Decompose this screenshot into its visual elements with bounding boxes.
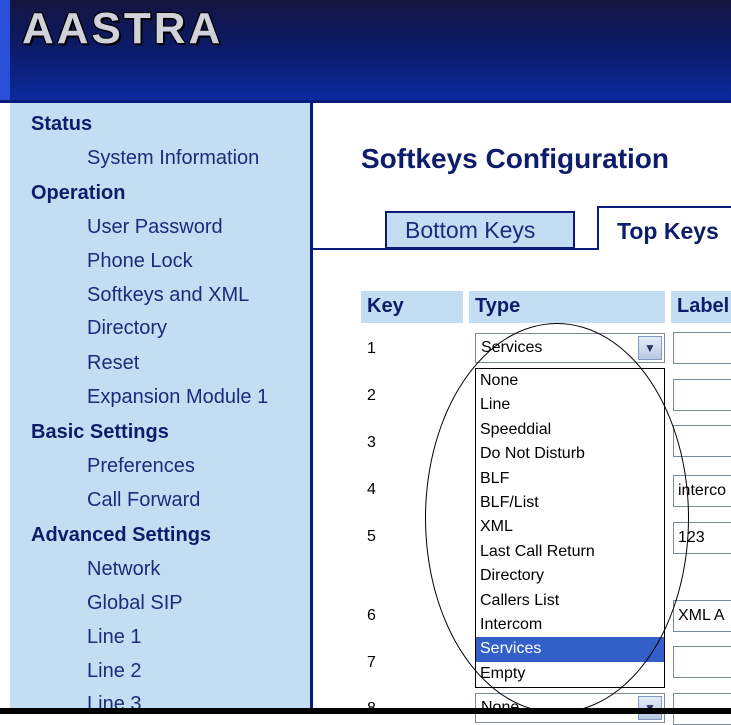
key-number: 7 (367, 654, 376, 671)
label-input-key-1[interactable] (673, 332, 731, 364)
label-input-key-7[interactable] (673, 646, 731, 678)
dropdown-option-services[interactable]: Services (476, 637, 664, 662)
type-select-key-1[interactable]: Services ▼ (475, 333, 665, 363)
label-input-key-3[interactable] (673, 425, 731, 457)
dropdown-option-xml[interactable]: XML (476, 515, 664, 539)
chevron-down-icon[interactable]: ▼ (638, 336, 662, 360)
sidebar-section-operation[interactable]: Operation (31, 182, 125, 205)
header-bar: AASTRA (0, 0, 731, 100)
dropdown-option-last-call-return[interactable]: Last Call Return (476, 540, 664, 564)
aastra-logo: AASTRA (22, 4, 224, 53)
column-header-type: Type (469, 291, 665, 323)
dropdown-option-line[interactable]: Line (476, 393, 664, 417)
sidebar-section-basic-settings[interactable]: Basic Settings (31, 421, 169, 444)
key-number: 6 (367, 607, 376, 624)
tab-top-keys[interactable]: Top Keys (597, 206, 731, 250)
sidebar-item-network[interactable]: Network (87, 558, 160, 581)
key-number: 5 (367, 528, 376, 545)
key-number: 3 (367, 434, 376, 451)
dropdown-option-speeddial[interactable]: Speeddial (476, 418, 664, 442)
sidebar-item-phone-lock[interactable]: Phone Lock (87, 250, 193, 273)
bottom-edge (0, 708, 731, 714)
sidebar-item-preferences[interactable]: Preferences (87, 455, 195, 478)
select-value: Services (481, 339, 543, 356)
column-header-key: Key (361, 291, 463, 323)
label-input-key-6[interactable]: XML A (673, 600, 731, 632)
sidebar-item-line-2[interactable]: Line 2 (87, 660, 142, 683)
sidebar-item-system-information[interactable]: System Information (87, 147, 259, 170)
header-left-edge (0, 0, 10, 100)
label-input-key-2[interactable] (673, 379, 731, 411)
dropdown-option-empty[interactable]: Empty (476, 662, 664, 686)
dropdown-option-blf[interactable]: BLF (476, 467, 664, 491)
main-content: Softkeys Configuration Bottom Keys Top K… (313, 103, 731, 725)
type-dropdown-list[interactable]: None Line Speeddial Do Not Disturb BLF B… (475, 368, 665, 688)
page-title: Softkeys Configuration (361, 143, 670, 174)
dropdown-option-callers-list[interactable]: Callers List (476, 589, 664, 613)
sidebar-item-directory[interactable]: Directory (87, 317, 167, 340)
dropdown-option-intercom[interactable]: Intercom (476, 613, 664, 637)
sidebar-section-advanced-settings[interactable]: Advanced Settings (31, 524, 211, 547)
key-number: 4 (367, 481, 376, 498)
key-number: 2 (367, 387, 376, 404)
tab-bottom-keys[interactable]: Bottom Keys (385, 211, 575, 249)
column-header-label: Label (671, 291, 731, 323)
sidebar-item-reset[interactable]: Reset (87, 352, 139, 375)
sidebar-item-line-1[interactable]: Line 1 (87, 626, 142, 649)
dropdown-option-none[interactable]: None (476, 369, 664, 393)
sidebar: Status System Information Operation User… (10, 103, 313, 715)
dropdown-option-blf-list[interactable]: BLF/List (476, 491, 664, 515)
sidebar-item-call-forward[interactable]: Call Forward (87, 489, 200, 512)
sidebar-item-user-password[interactable]: User Password (87, 216, 223, 239)
label-input-key-5[interactable]: 123 (673, 522, 731, 554)
dropdown-option-directory[interactable]: Directory (476, 564, 664, 588)
dropdown-option-do-not-disturb[interactable]: Do Not Disturb (476, 442, 664, 466)
sidebar-item-global-sip[interactable]: Global SIP (87, 592, 183, 615)
sidebar-item-expansion-module-1[interactable]: Expansion Module 1 (87, 386, 268, 409)
key-number: 1 (367, 340, 376, 357)
sidebar-section-status[interactable]: Status (31, 113, 92, 136)
sidebar-item-softkeys-and-xml[interactable]: Softkeys and XML (87, 284, 249, 307)
label-input-key-4[interactable]: interco (673, 475, 731, 507)
